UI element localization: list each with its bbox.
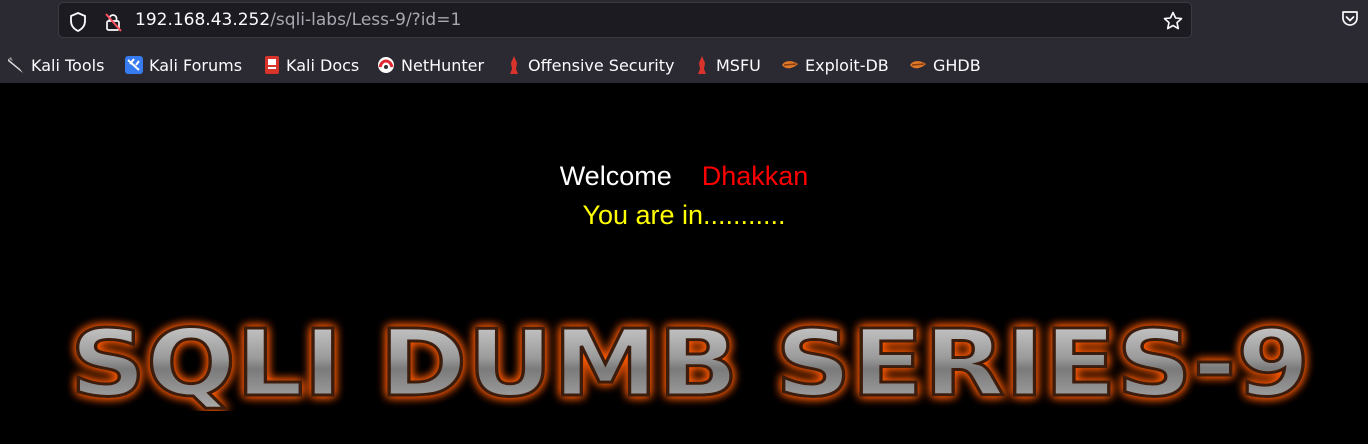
welcome-line: Welcome Dhakkan: [0, 161, 1368, 192]
bookmarks-toolbar: Kali Tools Kali Forums Kali Docs NetHunt…: [0, 48, 1368, 82]
bookmark-exploit-db[interactable]: Exploit-DB: [780, 54, 889, 76]
pocket-icon[interactable]: [1341, 10, 1359, 32]
bookmark-label: Kali Tools: [31, 55, 105, 75]
bookmark-label: Kali Docs: [286, 55, 360, 75]
offsec-icon: [510, 56, 518, 74]
insecure-lock-icon[interactable]: [103, 12, 123, 36]
bookmark-kali-forums[interactable]: Kali Forums: [124, 54, 242, 76]
kali-tools-icon: [8, 57, 23, 73]
url-text[interactable]: 192.168.43.252/sqli-labs/Less-9/?id=1: [135, 10, 461, 30]
url-path: /sqli-labs/Less-9/?id=1: [270, 10, 462, 30]
msfu-icon: [698, 56, 706, 74]
user-name: Dhakkan: [701, 161, 809, 191]
url-host: 192.168.43.252: [135, 10, 271, 30]
bookmark-label: GHDB: [933, 55, 981, 75]
nethunter-icon: [378, 57, 394, 73]
ghdb-icon: [910, 61, 926, 69]
bookmark-msfu[interactable]: MSFU: [693, 54, 761, 76]
bookmark-label: Kali Forums: [149, 55, 243, 75]
bookmark-offensive-security[interactable]: Offensive Security: [505, 54, 674, 76]
bookmark-star-icon[interactable]: [1163, 11, 1183, 35]
bookmark-label: NetHunter: [401, 55, 485, 75]
page-content: Welcome Dhakkan You are in........... SQL…: [0, 83, 1368, 444]
kali-forums-icon: [125, 56, 143, 74]
banner-title: SQLI DUMB SERIES-9: [69, 311, 1312, 411]
address-bar[interactable]: 192.168.43.252/sqli-labs/Less-9/?id=1: [58, 2, 1192, 38]
welcome-text: Welcome: [559, 161, 672, 191]
exploit-db-icon: [782, 61, 798, 69]
shield-icon[interactable]: [69, 12, 87, 36]
bookmark-label: MSFU: [716, 55, 761, 75]
banner-text: SQLI DUMB SERIES-9: [70, 311, 1310, 411]
bookmark-kali-docs[interactable]: Kali Docs: [263, 54, 359, 76]
kali-docs-icon: [265, 56, 279, 74]
status-message: You are in...........: [582, 200, 786, 230]
bookmark-label: Offensive Security: [528, 55, 675, 75]
bookmark-kali-tools[interactable]: Kali Tools: [6, 54, 104, 76]
browser-chrome: 192.168.43.252/sqli-labs/Less-9/?id=1 Ka…: [0, 0, 1368, 83]
bookmark-label: Exploit-DB: [805, 55, 889, 75]
bookmark-ghdb[interactable]: GHDB: [908, 54, 981, 76]
bookmark-nethunter[interactable]: NetHunter: [376, 54, 484, 76]
